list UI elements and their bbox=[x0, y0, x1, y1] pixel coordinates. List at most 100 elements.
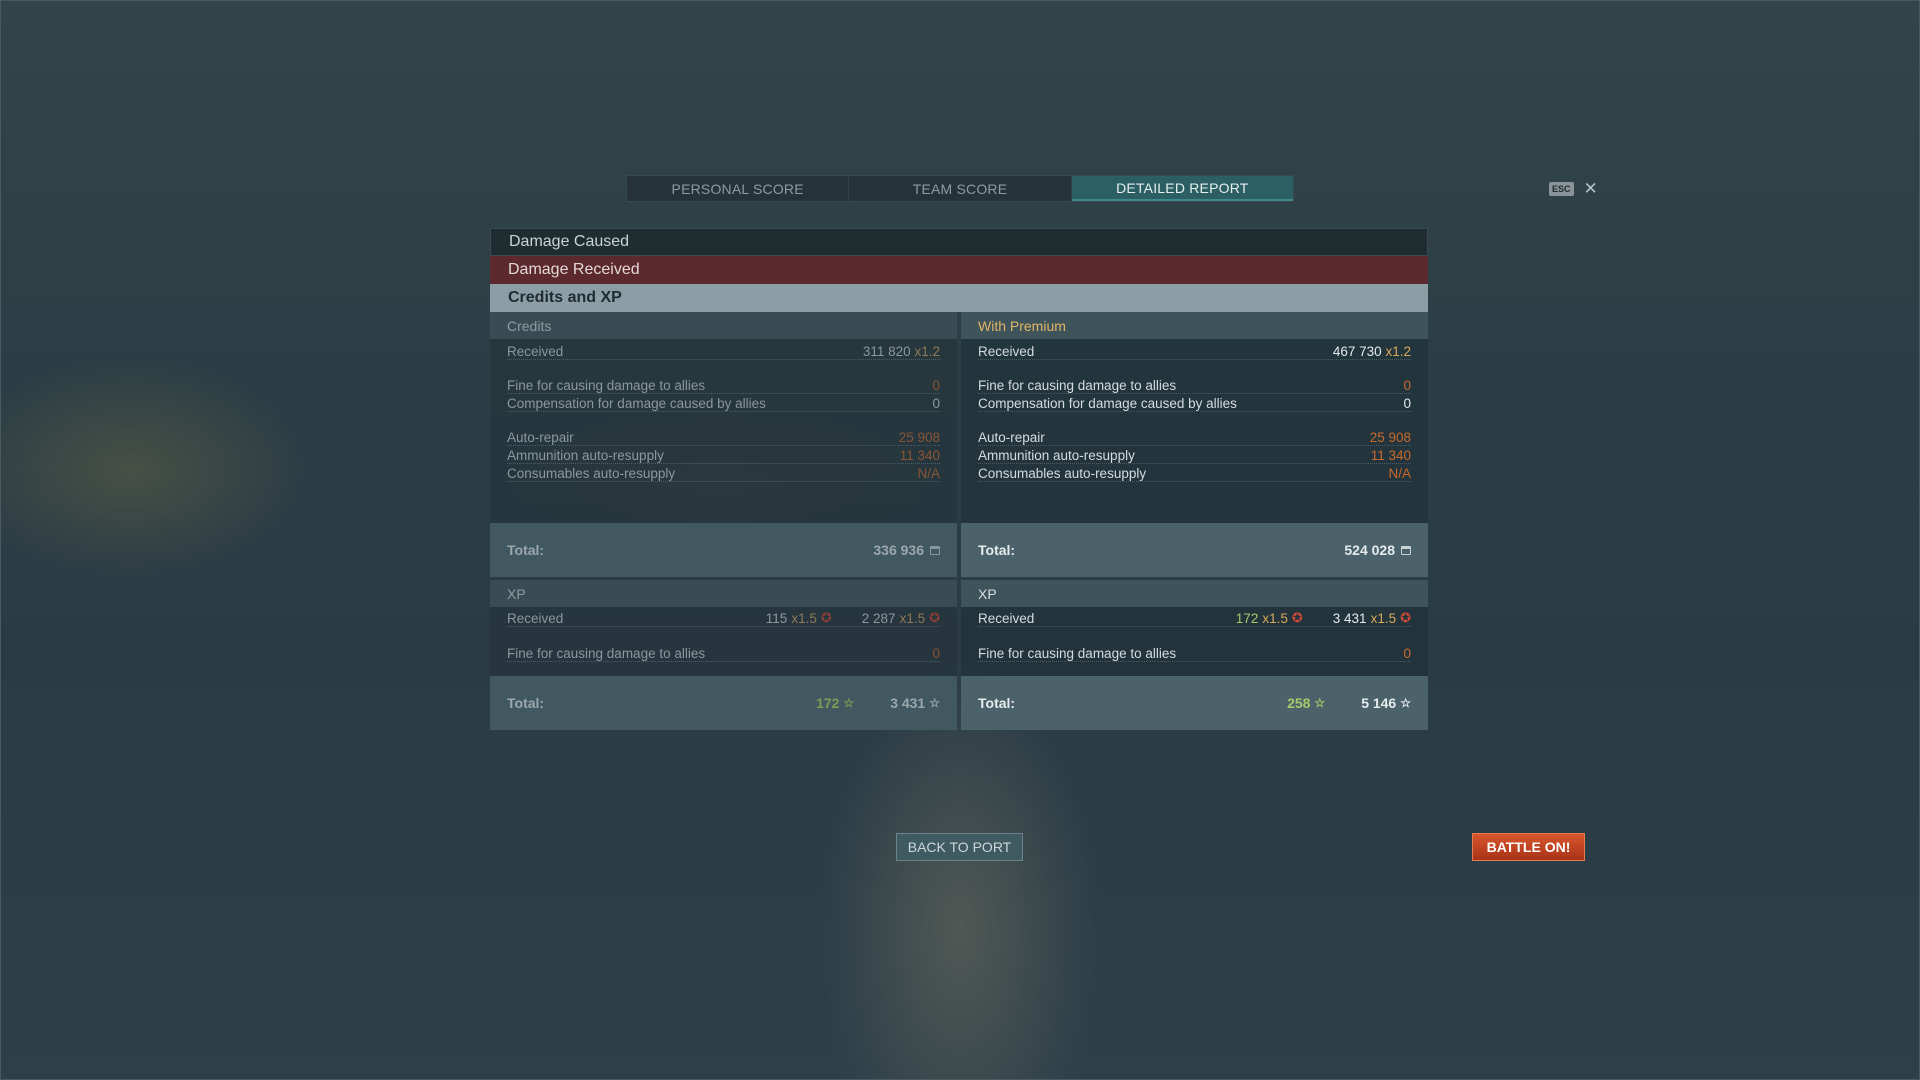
tab-team-score[interactable]: TEAM SCORE bbox=[849, 176, 1072, 201]
xp-received-row: Received 115 x1.5 ✪ 2 287 x1.5 ✪ bbox=[507, 609, 940, 627]
xp-total: 258 ☆ bbox=[1287, 695, 1325, 711]
value-number: 311 820 bbox=[862, 344, 911, 359]
screen-frame bbox=[0, 0, 1920, 1080]
xp-badge-icon: ✪ bbox=[1291, 610, 1303, 625]
value-number: 467 730 bbox=[1332, 344, 1382, 359]
ammo-resupply-value: 11 340 bbox=[899, 448, 940, 463]
fine-value: 0 bbox=[932, 378, 940, 393]
xp-received: 115 x1.5 ✪ bbox=[766, 610, 832, 626]
row-label: Compensation for damage caused by allies bbox=[978, 396, 1237, 411]
consumables-resupply-row: Consumables auto-resupply N/A bbox=[507, 464, 940, 482]
total-label: Total: bbox=[507, 695, 545, 711]
xp-fine-row: Fine for causing damage to allies 0 bbox=[978, 644, 1411, 662]
credits-panel-premium: With Premium Received 467 730 x1.2 Fine … bbox=[961, 312, 1428, 577]
back-to-port-button[interactable]: BACK TO PORT bbox=[896, 833, 1023, 861]
multiplier: x1.2 bbox=[1385, 344, 1411, 359]
credits-received-row: Received 311 820 x1.2 bbox=[507, 342, 940, 360]
tab-detailed-report[interactable]: DETAILED REPORT bbox=[1071, 176, 1293, 201]
free-xp-received: 3 431 x1.5 ✪ bbox=[1333, 610, 1411, 626]
credits-total: 524 028 bbox=[1344, 542, 1411, 558]
multiplier: x1.5 bbox=[1370, 610, 1397, 626]
total-value: 336 936 bbox=[873, 542, 924, 558]
total-value: 524 028 bbox=[1344, 542, 1395, 558]
xp-header: XP bbox=[490, 580, 957, 607]
free-xp-badge-icon: ✪ bbox=[1400, 610, 1411, 625]
row-label: Received bbox=[507, 611, 564, 626]
xp-received-values: 115 x1.5 ✪ 2 287 x1.5 ✪ bbox=[766, 610, 940, 626]
credits-received-value: 467 730 x1.2 bbox=[1333, 344, 1411, 359]
xp-value: 115 bbox=[765, 610, 788, 626]
total-label: Total: bbox=[978, 695, 1016, 711]
xp-total-row: Total: 172 ☆ 3 431 ☆ bbox=[490, 676, 957, 730]
xp-value: 172 bbox=[1235, 610, 1259, 626]
close-icon[interactable]: ✕ bbox=[1584, 180, 1598, 197]
row-label: Ammunition auto-resupply bbox=[978, 448, 1135, 463]
fine-row: Fine for causing damage to allies 0 bbox=[978, 376, 1411, 394]
row-label: Fine for causing damage to allies bbox=[507, 646, 706, 661]
free-xp-star-icon: ☆ bbox=[1400, 696, 1411, 710]
ammo-resupply-row: Ammunition auto-resupply 11 340 bbox=[978, 446, 1411, 464]
xp-fine-value: 0 bbox=[1403, 646, 1411, 661]
xp-body: Received 115 x1.5 ✪ 2 287 x1.5 ✪ Fine for ca… bbox=[490, 607, 957, 730]
free-xp-value: 2 287 bbox=[861, 610, 896, 626]
ammo-resupply-value: 11 340 bbox=[1370, 448, 1411, 463]
credits-received-value: 311 820 x1.2 bbox=[863, 344, 940, 359]
xp-badge-icon: ✪ bbox=[820, 610, 832, 625]
row-label: Received bbox=[978, 611, 1035, 626]
row-label: Compensation for damage caused by allies bbox=[507, 396, 766, 411]
free-xp-badge-icon: ✪ bbox=[929, 610, 940, 625]
total-label: Total: bbox=[507, 542, 545, 558]
auto-repair-value: 25 908 bbox=[898, 430, 940, 445]
xp-body: Received 172 x1.5 ✪ 3 431 x1.5 ✪ Fine for ca… bbox=[961, 607, 1428, 730]
free-xp-star-icon: ☆ bbox=[929, 696, 940, 710]
compensation-value: 0 bbox=[1403, 396, 1411, 411]
compensation-row: Compensation for damage caused by allies… bbox=[978, 394, 1411, 412]
free-xp-total-value: 3 431 bbox=[890, 695, 926, 711]
free-xp-value: 3 431 bbox=[1332, 610, 1367, 626]
xp-fine-value: 0 bbox=[932, 646, 940, 661]
row-label: Fine for causing damage to allies bbox=[978, 646, 1177, 661]
row-label: Fine for causing damage to allies bbox=[507, 378, 706, 393]
compensation-row: Compensation for damage caused by allies… bbox=[507, 394, 940, 412]
xp-total: 172 ☆ bbox=[816, 695, 854, 711]
credits-body: Received 311 820 x1.2 Fine for causing d… bbox=[490, 339, 957, 577]
premium-header: With Premium bbox=[961, 312, 1428, 339]
xp-total-row: Total: 258 ☆ 5 146 ☆ bbox=[961, 676, 1428, 730]
credits-total-row: Total: 336 936 bbox=[490, 523, 957, 577]
section-credits-and-xp[interactable]: Credits and XP bbox=[490, 284, 1428, 312]
compensation-value: 0 bbox=[932, 396, 940, 411]
credits-received-row: Received 467 730 x1.2 bbox=[978, 342, 1411, 360]
report-tabs: PERSONAL SCORE TEAM SCORE DETAILED REPOR… bbox=[626, 175, 1294, 202]
section-damage-received[interactable]: Damage Received bbox=[490, 256, 1428, 284]
row-label: Auto-repair bbox=[978, 430, 1045, 445]
multiplier: x1.5 bbox=[899, 610, 926, 626]
auto-repair-row: Auto-repair 25 908 bbox=[978, 428, 1411, 446]
multiplier: x1.5 bbox=[791, 610, 817, 626]
xp-panel-standard: XP Received 115 x1.5 ✪ 2 287 x1.5 ✪ Fine for… bbox=[490, 580, 957, 730]
free-xp-total: 5 146 ☆ bbox=[1361, 695, 1411, 711]
row-label: Fine for causing damage to allies bbox=[978, 378, 1177, 393]
xp-fine-row: Fine for causing damage to allies 0 bbox=[507, 644, 940, 662]
auto-repair-row: Auto-repair 25 908 bbox=[507, 428, 940, 446]
credits-header: Credits bbox=[490, 312, 957, 339]
row-label: Consumables auto-resupply bbox=[978, 466, 1147, 481]
consumables-resupply-value: N/A bbox=[917, 466, 940, 481]
multiplier: x1.5 bbox=[1262, 610, 1288, 626]
xp-panel-premium: XP Received 172 x1.5 ✪ 3 431 x1.5 ✪ Fine for… bbox=[961, 580, 1428, 730]
xp-total-value: 258 bbox=[1287, 695, 1311, 711]
battle-on-button[interactable]: BATTLE ON! bbox=[1472, 833, 1585, 861]
esc-key-icon: ESC bbox=[1549, 181, 1574, 196]
tab-personal-score[interactable]: PERSONAL SCORE bbox=[627, 176, 850, 201]
row-label: Ammunition auto-resupply bbox=[507, 448, 664, 463]
fine-row: Fine for causing damage to allies 0 bbox=[507, 376, 940, 394]
free-xp-total: 3 431 ☆ bbox=[890, 695, 940, 711]
row-label: Consumables auto-resupply bbox=[507, 466, 676, 481]
consumables-resupply-value: N/A bbox=[1388, 466, 1411, 481]
section-damage-caused[interactable]: Damage Caused bbox=[490, 228, 1428, 256]
xp-received-values: 172 x1.5 ✪ 3 431 x1.5 ✪ bbox=[1236, 610, 1411, 626]
multiplier: x1.2 bbox=[914, 344, 940, 359]
row-label: Received bbox=[978, 344, 1035, 359]
xp-received: 172 x1.5 ✪ bbox=[1236, 610, 1303, 626]
xp-header: XP bbox=[961, 580, 1428, 607]
close-button[interactable]: ESC ✕ bbox=[1549, 180, 1598, 197]
